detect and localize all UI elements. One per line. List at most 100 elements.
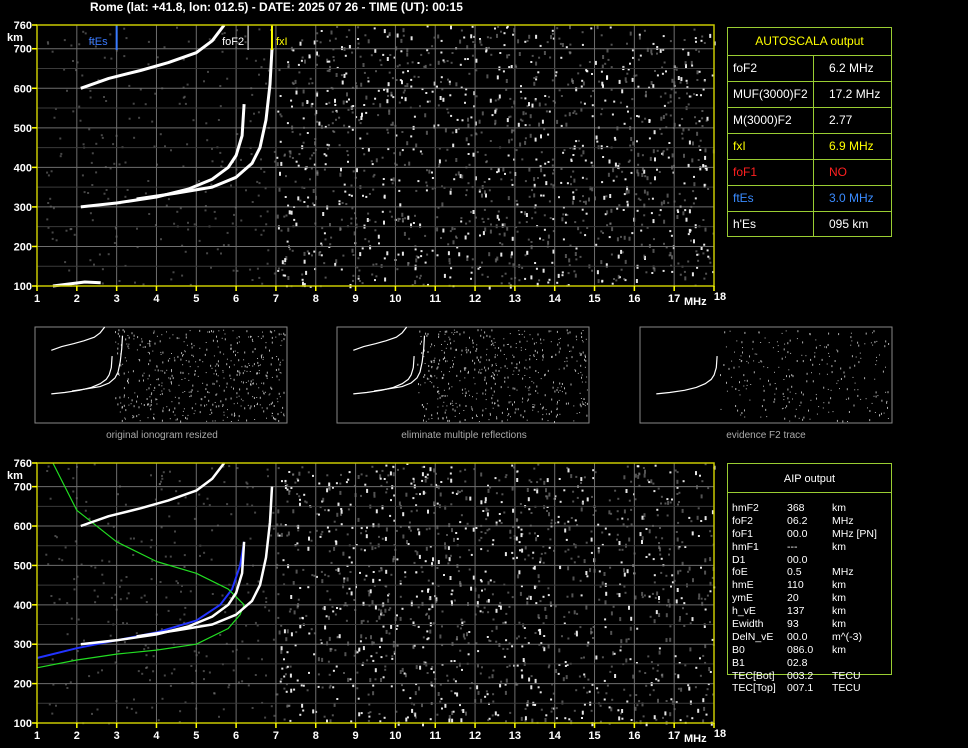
noise-dot <box>426 630 429 633</box>
noise-dot <box>579 200 582 203</box>
noise-dot <box>531 557 534 560</box>
noise-dot <box>547 587 550 590</box>
noise-dot <box>426 253 429 256</box>
noise-dot <box>441 625 443 628</box>
noise-dot <box>696 70 699 75</box>
thumbnail-noise <box>147 351 149 353</box>
noise-dot <box>676 537 679 542</box>
thumbnail-noise <box>239 388 241 391</box>
noise-dot <box>373 27 376 30</box>
thumbnail-noise <box>153 417 155 420</box>
noise-dot <box>704 148 707 153</box>
thumbnail-noise <box>194 373 196 376</box>
thumbnail-noise <box>119 396 121 399</box>
noise-dot <box>466 255 469 258</box>
noise-dot <box>511 551 514 554</box>
noise-dot <box>324 573 327 576</box>
noise-dot <box>285 637 288 642</box>
thumbnail-noise <box>448 382 450 385</box>
noise-dot <box>184 606 187 609</box>
noise-dot <box>267 475 269 478</box>
noise-dot <box>339 482 342 485</box>
thumbnail-noise <box>521 401 523 403</box>
thumbnail-noise <box>246 370 248 372</box>
thumbnail-noise <box>584 366 586 368</box>
noise-dot <box>678 491 681 494</box>
thumbnail-noise <box>514 411 516 414</box>
noise-dot <box>618 716 621 721</box>
noise-dot <box>447 679 450 682</box>
noise-dot <box>453 599 456 602</box>
noise-dot <box>512 33 515 36</box>
noise-dot <box>538 102 541 107</box>
noise-dot <box>583 559 586 564</box>
noise-dot <box>254 621 257 624</box>
noise-dot <box>283 687 286 690</box>
noise-dot <box>197 180 200 183</box>
thumbnail-noise <box>824 346 826 348</box>
noise-dot <box>479 610 482 613</box>
noise-dot <box>604 600 607 605</box>
noise-dot <box>592 477 595 480</box>
thumbnail-noise <box>464 394 466 397</box>
thumbnail-noise <box>865 398 867 400</box>
thumbnail-noise <box>836 419 838 422</box>
thumbnail-noise <box>201 398 203 401</box>
noise-dot <box>404 571 407 574</box>
noise-dot <box>591 164 594 167</box>
noise-dot <box>301 273 304 276</box>
thumbnail-noise <box>212 420 214 422</box>
x-tick-label: 2 <box>74 293 80 305</box>
noise-dot <box>630 480 633 483</box>
noise-dot <box>177 582 179 585</box>
noise-dot <box>262 590 265 593</box>
thumbnail-noise <box>533 354 535 357</box>
thumbnail-noise <box>501 411 503 414</box>
noise-dot <box>695 94 698 96</box>
noise-dot <box>306 689 309 692</box>
noise-dot <box>417 62 420 64</box>
noise-dot <box>457 171 460 176</box>
thumbnail-noise <box>137 336 139 339</box>
noise-dot <box>312 474 314 477</box>
noise-dot <box>387 474 390 477</box>
thumbnail-noise <box>178 337 180 339</box>
noise-dot <box>392 96 395 99</box>
thumbnail-noise <box>445 360 447 363</box>
noise-dot <box>696 266 699 269</box>
thumbnail-noise <box>513 356 515 358</box>
noise-dot <box>211 160 214 163</box>
thumbnail-noise <box>121 406 123 409</box>
thumbnail-noise <box>723 364 725 366</box>
thumbnail-noise <box>452 405 454 406</box>
thumbnail-noise <box>185 360 187 362</box>
noise-dot <box>684 546 687 548</box>
thumbnail-noise <box>124 417 126 419</box>
noise-dot <box>249 537 252 540</box>
noise-dot <box>45 553 48 556</box>
thumbnail-noise <box>550 341 552 343</box>
thumbnail-noise <box>230 360 232 362</box>
noise-dot <box>107 197 110 200</box>
noise-dot <box>365 474 368 477</box>
noise-dot <box>177 502 180 505</box>
noise-dot <box>363 153 366 156</box>
noise-dot <box>289 673 292 678</box>
noise-dot <box>303 493 306 496</box>
noise-dot <box>517 122 520 127</box>
thumbnail-noise <box>273 416 274 419</box>
thumbnail-noise <box>456 406 458 408</box>
noise-dot <box>642 467 645 469</box>
noise-dot <box>665 613 668 618</box>
noise-dot <box>702 219 705 221</box>
noise-dot <box>338 200 341 203</box>
noise-dot <box>652 558 655 561</box>
noise-dot <box>135 711 138 714</box>
noise-dot <box>333 546 336 551</box>
noise-dot <box>592 469 595 472</box>
noise-dot <box>216 248 219 251</box>
noise-dot <box>679 81 682 84</box>
noise-dot <box>422 646 425 649</box>
thumbnail-noise <box>161 390 163 392</box>
noise-dot <box>402 34 405 37</box>
